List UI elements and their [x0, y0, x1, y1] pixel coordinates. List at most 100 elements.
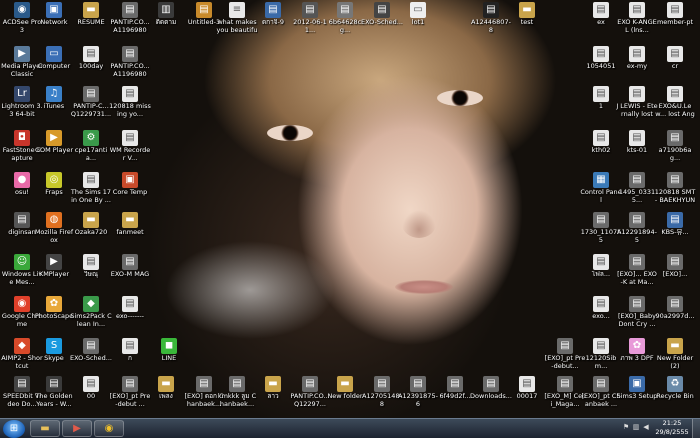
desktop-icon[interactable]: ▤ PANTIP-C... Q1229731...: [70, 86, 112, 130]
desktop-icon[interactable]: ⚙ cpe17antia...: [70, 130, 112, 174]
clock[interactable]: 21:25 29/8/2555: [652, 419, 692, 437]
image-file-icon: ▤: [557, 376, 573, 392]
document-icon: ▤: [83, 254, 99, 270]
desktop-icon[interactable]: ▤ EXO K-ANGEL (lns...: [616, 2, 658, 46]
core-temp-icon: ▣: [122, 172, 138, 188]
desktop-icon[interactable]: ▣ Core Temp: [109, 172, 151, 216]
start-button[interactable]: ⊞: [3, 420, 25, 438]
desktop-icon[interactable]: ♻ Recycle Bin: [654, 376, 696, 418]
osu-icon: ●: [14, 172, 30, 188]
show-desktop-button[interactable]: [692, 419, 700, 438]
folder-icon: ▬: [158, 376, 174, 392]
desktop-icon-label: A12391875-6: [398, 393, 438, 408]
desktop-icon[interactable]: ▬ fanmeet: [109, 212, 151, 256]
desktop-icon[interactable]: ▤ EXO-M MAG: [109, 254, 151, 298]
desktop-icon[interactable]: ▤ 90a2997d...: [654, 296, 696, 340]
desktop-icon[interactable]: ▬ เพลง: [145, 376, 187, 418]
desktop-icon-label: fanmeet: [116, 229, 144, 236]
desktop[interactable]: ◉ ACDSee Pro 3 ▣ Network ▬ RESUME ▤ PANTIP.CO..…: [0, 0, 700, 418]
image-file-icon: ▤: [196, 376, 212, 392]
desktop-icon-label: LINE: [161, 355, 177, 362]
document-icon: ▤: [667, 2, 683, 18]
desktop-icon[interactable]: ▤ The Sims 17 in One By ...: [70, 172, 112, 216]
desktop-icon[interactable]: ▤ A12291894-5: [616, 212, 658, 256]
document-icon: ▤: [83, 376, 99, 392]
taskbar-chrome-button[interactable]: ◉: [94, 420, 124, 437]
image-file-icon: ▤: [374, 2, 390, 18]
image-file-icon: ▤: [483, 2, 499, 18]
desktop-icon[interactable]: ✿ PhotoScape: [33, 296, 75, 340]
desktop-icon[interactable]: ▤ 120818 missing yo...: [109, 86, 151, 130]
image-file-icon: ▤: [229, 376, 245, 392]
desktop-icon[interactable]: ▤ exo-------: [109, 296, 151, 340]
desktop-icon[interactable]: ▥ ติดตาม: [145, 2, 187, 46]
document-icon: ▤: [667, 86, 683, 102]
desktop-icon[interactable]: ▤ 100day: [70, 46, 112, 90]
desktop-icon[interactable]: ▤ ดกาจิ-9: [252, 2, 294, 46]
desktop-icon[interactable]: ▭ lot1: [397, 2, 439, 46]
desktop-icon[interactable]: ▤ member-pt: [654, 2, 696, 46]
flag-icon[interactable]: ⚑: [622, 423, 630, 432]
desktop-icon[interactable]: ▶ KMPlayer: [33, 254, 75, 298]
desktop-icon[interactable]: ▶ GOM Player: [33, 130, 75, 174]
desktop-icon[interactable]: ▤ cr: [654, 46, 696, 90]
clock-time: 21:25: [662, 419, 682, 427]
desktop-icon[interactable]: ▤ [EXO]... EXO-K at Ma...: [616, 254, 658, 298]
gom-player-icon: ▶: [46, 130, 62, 146]
desktop-icon[interactable]: ▤ a7190b6ag...: [654, 130, 696, 174]
desktop-icon[interactable]: ▤ 00: [70, 376, 112, 418]
document-icon: ▤: [667, 46, 683, 62]
media-player-icon: ▶: [14, 46, 30, 62]
folder-icon: ▬: [519, 2, 535, 18]
desktop-icon[interactable]: ▤ วิษณุ: [70, 254, 112, 298]
document-icon: ▤: [593, 2, 609, 18]
desktop-icon[interactable]: ▬ RESUME: [70, 2, 112, 46]
desktop-icon[interactable]: ▤ The Golden Years - W...: [33, 376, 75, 418]
desktop-icon[interactable]: ▤ [EXO]_Baby Dont Cry ...: [616, 296, 658, 340]
taskbar-explorer-button[interactable]: ▬: [30, 420, 60, 437]
desktop-icon[interactable]: ▣ Sims3 Setup: [616, 376, 658, 418]
image-file-icon: ▤: [667, 254, 683, 270]
desktop-icon[interactable]: ▤ A12391875-6: [397, 376, 439, 418]
document-icon: ▤: [593, 254, 609, 270]
desktop-icon[interactable]: ▤ 00017: [506, 376, 548, 418]
desktop-icon[interactable]: ▣ Network: [33, 2, 75, 46]
control-panel-icon: ▦: [593, 172, 609, 188]
desktop-icon[interactable]: ▬ New folder: [324, 376, 366, 418]
desktop-icon[interactable]: ◎ Fraps: [33, 172, 75, 216]
document-icon: ▤: [122, 338, 138, 354]
desktop-icon-label: New Folder (2): [656, 355, 694, 370]
desktop-icon[interactable]: ▤ WM Recorder V...: [109, 130, 151, 174]
taskbar-media-button[interactable]: ▶: [62, 420, 92, 437]
desktop-icon[interactable]: ▤ 120818 SMT - BAEKHYUN: [654, 172, 696, 216]
desktop-icon[interactable]: ▤PANTIP.CO... A11969804...: [109, 46, 151, 90]
photoscape-icon: ✿: [46, 296, 62, 312]
desktop-icon-label: 6b64628cg...: [328, 19, 362, 34]
document-icon: ▤: [593, 338, 609, 354]
desktop-icon[interactable]: ▤ kts-01: [616, 130, 658, 174]
desktop-icon[interactable]: ♫ iTunes: [33, 86, 75, 130]
image-file-icon: ▤: [593, 212, 609, 228]
program-icon: ◆: [83, 296, 99, 312]
desktop-icon[interactable]: ◆ Sims2Pack Clean In...: [70, 296, 112, 340]
desktop-icon-label: 00017: [516, 393, 538, 400]
volume-icon[interactable]: ◀: [642, 423, 650, 432]
document-icon: ▤: [265, 2, 281, 18]
image-file-icon: ▤: [122, 254, 138, 270]
desktop-icon[interactable]: ▤ 1495_03315...: [616, 172, 658, 216]
desktop-icon[interactable]: ◍ Mozilla Firefox: [33, 212, 75, 256]
desktop-icon[interactable]: ▤ ex-my: [616, 46, 658, 90]
desktop-icon[interactable]: ▤ 6b64628cg...: [324, 2, 366, 46]
desktop-icon[interactable]: ▬ ลาว: [252, 376, 294, 418]
desktop-icon-label: Sims3 Setup: [616, 393, 658, 400]
desktop-icon[interactable]: ▤ KBS-뮤...: [654, 212, 696, 256]
desktop-icon-label: Recycle Bin: [656, 393, 694, 400]
desktop-icon[interactable]: ▤ [EXO]...: [654, 254, 696, 298]
desktop-icon[interactable]: ▬ Ozaka720: [70, 212, 112, 256]
desktop-icon[interactable]: ▤EXO&U.Lew... lost Angel...: [654, 86, 696, 130]
desktop-icon[interactable]: ▭ Computer: [33, 46, 75, 90]
desktop-icon[interactable]: ▤ J LEWIS - Eternally lost: [616, 86, 658, 130]
desktop-icon[interactable]: ▬ test: [506, 2, 548, 46]
network-tray-icon[interactable]: ▥: [632, 423, 640, 432]
desktop-icon-label: KBS-뮤...: [661, 229, 689, 236]
